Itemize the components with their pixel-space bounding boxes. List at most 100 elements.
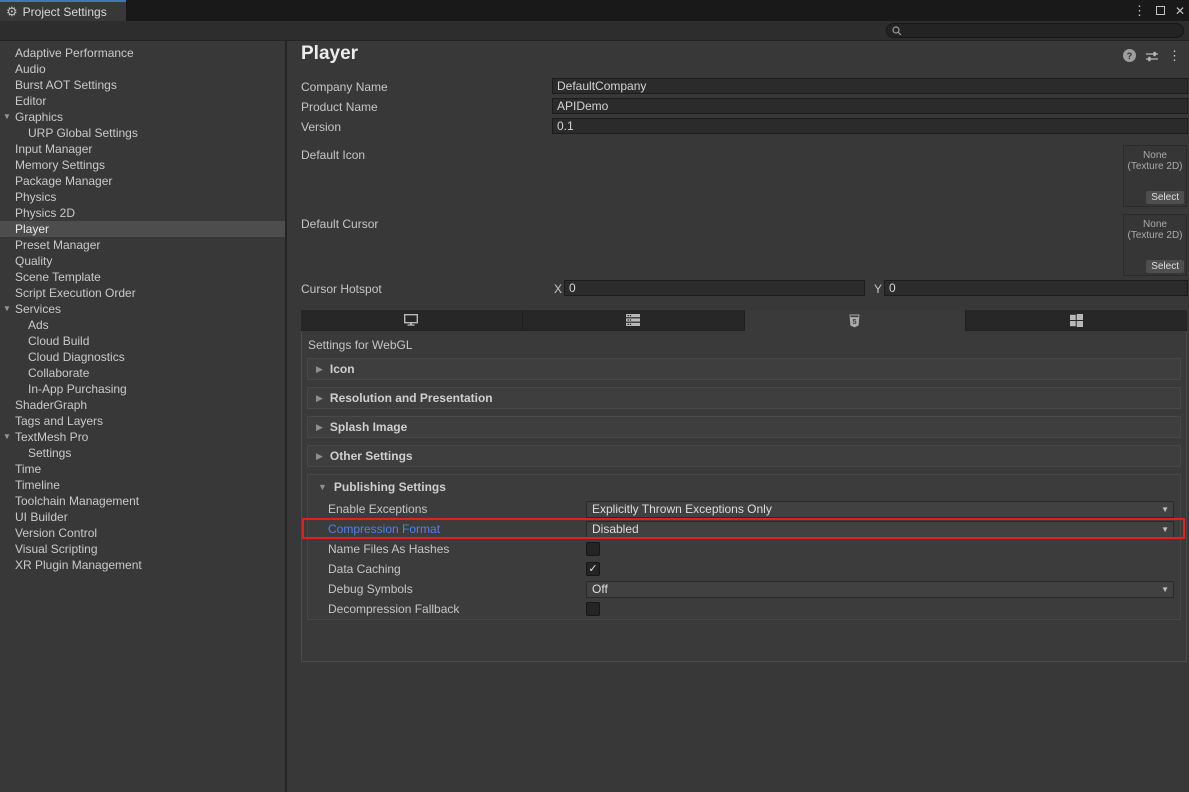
setting-label: Compression Format [328, 522, 586, 536]
sidebar-item-label: Script Execution Order [15, 286, 136, 300]
sidebar-item-burst-aot-settings[interactable]: Burst AOT Settings [0, 77, 285, 93]
platform-tab-desktop[interactable] [301, 310, 523, 331]
sidebar-item-package-manager[interactable]: Package Manager [0, 173, 285, 189]
sidebar-item-services[interactable]: ▼Services [0, 301, 285, 317]
search-icon [892, 26, 902, 36]
sidebar-item-adaptive-performance[interactable]: Adaptive Performance [0, 45, 285, 61]
sidebar-item-cloud-build[interactable]: Cloud Build [0, 333, 285, 349]
data-caching-checkbox[interactable]: ✓ [586, 562, 600, 576]
sidebar-item-label: Graphics [15, 110, 63, 124]
sidebar-item-physics[interactable]: Physics [0, 189, 285, 205]
sidebar-item-quality[interactable]: Quality [0, 253, 285, 269]
sidebar-item-input-manager[interactable]: Input Manager [0, 141, 285, 157]
section-label: Resolution and Presentation [330, 391, 493, 405]
sidebar-item-timeline[interactable]: Timeline [0, 477, 285, 493]
search-box[interactable] [886, 23, 1184, 38]
default-cursor-label: Default Cursor [301, 217, 378, 231]
sidebar-item-label: UI Builder [15, 510, 68, 524]
dropdown-arrow-icon: ▼ [1161, 525, 1169, 534]
more-options-icon[interactable]: ⋮ [1168, 49, 1181, 62]
project-settings-tab[interactable]: ⚙ Project Settings [0, 0, 126, 21]
dropdown-arrow-icon: ▼ [1161, 585, 1169, 594]
section-icon[interactable]: ▶Icon [307, 358, 1181, 380]
sidebar-item-toolchain-management[interactable]: Toolchain Management [0, 493, 285, 509]
compression-format-dropdown[interactable]: Disabled ▼ [586, 521, 1174, 538]
enable-exceptions-dropdown[interactable]: Explicitly Thrown Exceptions Only▼ [586, 501, 1174, 518]
setting-label: Data Caching [328, 562, 586, 576]
hotspot-y-input[interactable] [884, 280, 1188, 296]
decompression-fallback-checkbox[interactable] [586, 602, 600, 616]
company-name-input[interactable] [552, 78, 1188, 94]
texture-type-text: (Texture 2D) [1124, 161, 1186, 172]
sidebar-item-label: XR Plugin Management [15, 558, 142, 572]
sidebar-item-in-app-purchasing[interactable]: In-App Purchasing [0, 381, 285, 397]
sidebar-item-physics-2d[interactable]: Physics 2D [0, 205, 285, 221]
sidebar-item-label: Collaborate [28, 366, 89, 380]
sidebar-item-label: Time [15, 462, 41, 476]
maximize-icon[interactable] [1156, 6, 1165, 15]
sidebar-item-memory-settings[interactable]: Memory Settings [0, 157, 285, 173]
sidebar-item-editor[interactable]: Editor [0, 93, 285, 109]
foldout-collapsed-icon: ▶ [316, 451, 323, 462]
player-settings-panel: Player ? ⋮ Company Name Product Name Ver… [287, 41, 1189, 792]
setting-label: Enable Exceptions [328, 502, 586, 516]
sidebar-item-shadergraph[interactable]: ShaderGraph [0, 397, 285, 413]
sidebar-item-textmesh-pro[interactable]: ▼ TextMesh Pro [0, 429, 285, 445]
sidebar-item-label: TextMesh Pro [15, 430, 88, 444]
sidebar-item-script-execution-order[interactable]: Script Execution Order [0, 285, 285, 301]
sidebar-item-label: Cloud Build [28, 334, 89, 348]
sidebar-item-collaborate[interactable]: Collaborate [0, 365, 285, 381]
dropdown-value: Disabled [592, 522, 639, 536]
hotspot-x-input[interactable] [564, 280, 865, 296]
sidebar-item-tags-and-layers[interactable]: Tags and Layers [0, 413, 285, 429]
sidebar-item-label: Ads [28, 318, 49, 332]
select-button[interactable]: Select [1146, 191, 1184, 204]
dropdown-arrow-icon: ▼ [1161, 505, 1169, 514]
publishing-settings-header[interactable]: ▼ Publishing Settings [308, 475, 1180, 499]
sidebar-item-player[interactable]: Player [0, 221, 285, 237]
sidebar-item-xr-plugin-management[interactable]: XR Plugin Management [0, 557, 285, 573]
window-menu-icon[interactable]: ⋮ [1133, 4, 1146, 17]
sidebar-item-ui-builder[interactable]: UI Builder [0, 509, 285, 525]
platform-tab-dedicated-server[interactable] [523, 310, 745, 331]
select-button[interactable]: Select [1146, 260, 1184, 273]
foldout-expanded-icon[interactable]: ▼ [3, 109, 11, 125]
product-name-input[interactable] [552, 98, 1188, 114]
foldout-collapsed-icon: ▶ [316, 393, 323, 404]
search-input[interactable] [906, 24, 1183, 37]
sidebar-item-label: URP Global Settings [28, 126, 138, 140]
sidebar-item-preset-manager[interactable]: Preset Manager [0, 237, 285, 253]
debug-symbols-dropdown[interactable]: Off ▼ [586, 581, 1174, 598]
sidebar-item-version-control[interactable]: Version Control [0, 525, 285, 541]
section-other-settings[interactable]: ▶Other Settings [307, 445, 1181, 467]
sidebar-item-cloud-diagnostics[interactable]: Cloud Diagnostics [0, 349, 285, 365]
sidebar-item-label: Physics 2D [15, 206, 75, 220]
sidebar-item-urp-global-settings[interactable]: URP Global Settings [0, 125, 285, 141]
default-cursor-texture-well[interactable]: None (Texture 2D) Select [1123, 214, 1187, 276]
sidebar-item-time[interactable]: Time [0, 461, 285, 477]
sidebar-item-label: ShaderGraph [15, 398, 87, 412]
section-splash-image[interactable]: ▶Splash Image [307, 416, 1181, 438]
section-resolution-and-presentation[interactable]: ▶ Resolution and Presentation [307, 387, 1181, 409]
sidebar-item-settings[interactable]: Settings [0, 445, 285, 461]
gear-icon: ⚙ [6, 5, 18, 18]
close-icon[interactable]: ✕ [1175, 5, 1185, 17]
dropdown-value: Off [592, 582, 608, 596]
sidebar-item-scene-template[interactable]: Scene Template [0, 269, 285, 285]
platform-tab-webgl[interactable]: 5 [745, 310, 967, 331]
sidebar-item-audio[interactable]: Audio [0, 61, 285, 77]
name-files-as-hashes-checkbox[interactable] [586, 542, 600, 556]
sidebar-item-label: Physics [15, 190, 56, 204]
platform-tab-windows-store[interactable] [966, 310, 1187, 331]
page-title: Player [301, 43, 358, 65]
sidebar-item-visual-scripting[interactable]: Visual Scripting [0, 541, 285, 557]
presets-icon[interactable] [1145, 50, 1159, 62]
sidebar-item-ads[interactable]: Ads [0, 317, 285, 333]
setting-row-enable-exceptions: Enable ExceptionsExplicitly Thrown Excep… [308, 499, 1180, 519]
foldout-expanded-icon[interactable]: ▼ [3, 429, 11, 445]
default-icon-texture-well[interactable]: None (Texture 2D) Select [1123, 145, 1187, 207]
version-input[interactable] [552, 118, 1188, 134]
help-icon[interactable]: ? [1123, 49, 1136, 62]
foldout-expanded-icon[interactable]: ▼ [3, 301, 11, 317]
sidebar-item-graphics[interactable]: ▼ Graphics [0, 109, 285, 125]
